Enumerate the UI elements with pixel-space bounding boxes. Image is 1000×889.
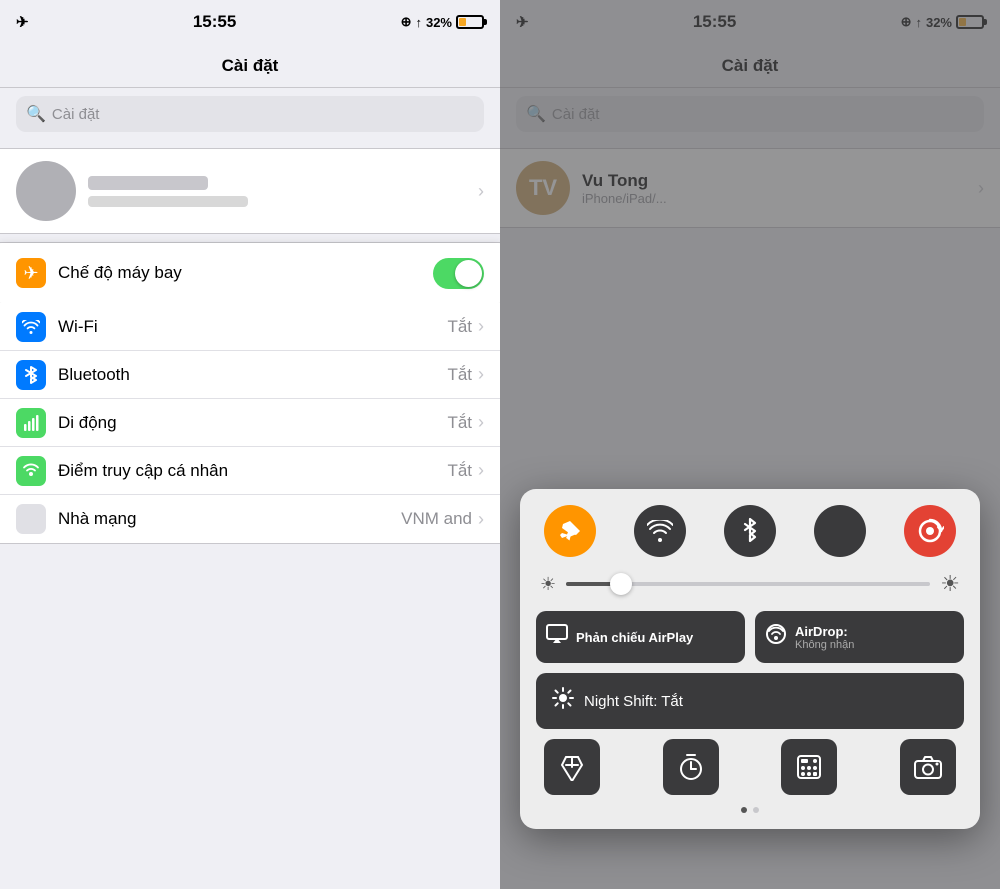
cc-airdrop-button[interactable]: AirDrop: Không nhận: [755, 611, 964, 663]
wifi-row-value: Tắt: [447, 317, 472, 337]
cc-brightness-high-icon: ☀: [940, 571, 960, 597]
left-status-right: ⊕ ↑ 32%: [401, 14, 484, 30]
profile-info-left: [88, 176, 466, 207]
cc-airdrop-icon: [765, 623, 787, 651]
carrier-row-label: Nhà mạng: [58, 509, 401, 529]
cc-night-shift-button[interactable]: Night Shift: Tắt: [536, 673, 964, 729]
cc-airplay-button[interactable]: Phản chiếu AirPlay: [536, 611, 745, 663]
left-nav-bar: Cài đặt: [0, 44, 500, 88]
bluetooth-row-chevron: ›: [478, 364, 484, 385]
carrier-row-chevron: ›: [478, 509, 484, 530]
cc-bluetooth-button[interactable]: [724, 505, 776, 557]
cellular-row-chevron: ›: [478, 412, 484, 433]
settings-list-left: ✈ Chế độ máy bay Wi-Fi: [0, 242, 500, 544]
cc-timer-button[interactable]: [663, 739, 719, 795]
cc-page-dots: [536, 807, 964, 813]
cc-camera-button[interactable]: [900, 739, 956, 795]
cc-airdrop-text: AirDrop: Không nhận: [795, 624, 854, 651]
battery-icon-left: [456, 15, 484, 29]
cc-mid-row: Phản chiếu AirPlay AirDrop: Không nhận: [536, 611, 964, 663]
cc-calculator-button[interactable]: [781, 739, 837, 795]
airplane-mode-row[interactable]: ✈ Chế độ máy bay: [0, 249, 500, 297]
bluetooth-row[interactable]: Bluetooth Tắt ›: [0, 351, 500, 399]
control-center-popup: ☀ ☀ Phản chiếu AirPlay: [520, 489, 980, 829]
hotspot-row[interactable]: Điểm truy cập cá nhân Tắt ›: [0, 447, 500, 495]
profile-chevron-left: ›: [478, 181, 484, 202]
cc-brightness-slider[interactable]: [566, 582, 930, 586]
cc-moon-button[interactable]: [814, 505, 866, 557]
profile-name-blur-left: [88, 176, 208, 190]
wifi-row-icon: [16, 312, 46, 342]
airplane-row-container: ✈ Chế độ máy bay: [0, 243, 500, 303]
cellular-row-icon: [16, 408, 46, 438]
carrier-row-value: VNM and: [401, 509, 472, 529]
cc-brightness-thumb[interactable]: [610, 573, 632, 595]
left-status-time: 15:55: [193, 12, 236, 32]
cc-flashlight-button[interactable]: [544, 739, 600, 795]
left-status-left: ✈: [16, 13, 29, 31]
cc-wifi-button[interactable]: [634, 505, 686, 557]
bluetooth-row-value: Tắt: [447, 365, 472, 385]
profile-sub-blur-left: [88, 196, 248, 207]
cellular-row-value: Tắt: [447, 413, 472, 433]
cc-dot-1: [741, 807, 747, 813]
cc-top-row: [536, 505, 964, 557]
left-panel: ✈ 15:55 ⊕ ↑ 32% Cài đặt 🔍 Cài đặt ›: [0, 0, 500, 889]
cc-airdrop-title: AirDrop:: [795, 624, 854, 639]
cc-night-shift-icon: [552, 687, 574, 715]
bluetooth-row-icon: [16, 360, 46, 390]
wifi-row-chevron: ›: [478, 316, 484, 337]
cc-airplane-button[interactable]: [544, 505, 596, 557]
profile-avatar-left: [16, 161, 76, 221]
battery-percent-left: 32%: [426, 15, 452, 30]
carrier-row-icon: [16, 504, 46, 534]
bluetooth-row-label: Bluetooth: [58, 365, 447, 385]
cc-brightness-low-icon: ☀: [540, 574, 556, 595]
airplane-row-icon: ✈: [16, 258, 46, 288]
wifi-row[interactable]: Wi-Fi Tắt ›: [0, 303, 500, 351]
settings-section-network: ✈ Chế độ máy bay Wi-Fi: [0, 242, 500, 544]
cc-brightness-row: ☀ ☀: [536, 571, 964, 597]
hotspot-row-label: Điểm truy cập cá nhân: [58, 461, 447, 481]
cellular-row-label: Di động: [58, 413, 447, 433]
cc-airdrop-sub: Không nhận: [795, 639, 854, 651]
cc-airplay-icon: [546, 623, 568, 651]
airplane-toggle[interactable]: [433, 258, 484, 289]
airplane-toggle-thumb: [455, 260, 482, 287]
airplane-row-label: Chế độ máy bay: [58, 263, 433, 283]
right-panel: ✈ 15:55 ⊕ ↑ 32% Cài đặt 🔍 Cài đặt: [500, 0, 1000, 889]
hotspot-row-icon: [16, 456, 46, 486]
left-nav-title: Cài đặt: [222, 56, 279, 76]
cc-night-shift-label: Night Shift: Tắt: [584, 693, 683, 710]
left-search-text: Cài đặt: [52, 106, 100, 123]
hotspot-row-chevron: ›: [478, 460, 484, 481]
cc-airplay-title: Phản chiếu AirPlay: [576, 630, 693, 645]
battery-fill-left: [459, 18, 466, 26]
location-icon: ⊕: [401, 14, 412, 30]
cc-bottom-row: [536, 739, 964, 795]
left-profile-section[interactable]: ›: [0, 148, 500, 234]
cc-lock-rotate-button[interactable]: [904, 505, 956, 557]
cc-dot-2: [753, 807, 759, 813]
left-search-container: 🔍 Cài đặt: [0, 88, 500, 140]
cc-airplay-text: Phản chiếu AirPlay: [576, 630, 693, 645]
carrier-row[interactable]: Nhà mạng VNM and ›: [0, 495, 500, 543]
airplane-mode-status-icon: ✈: [16, 13, 29, 31]
hotspot-row-value: Tắt: [447, 461, 472, 481]
search-icon-left: 🔍: [26, 104, 46, 124]
cellular-row[interactable]: Di động Tắt ›: [0, 399, 500, 447]
wifi-row-label: Wi-Fi: [58, 317, 447, 337]
left-status-bar: ✈ 15:55 ⊕ ↑ 32%: [0, 0, 500, 44]
left-search-bar[interactable]: 🔍 Cài đặt: [16, 96, 484, 132]
upload-icon: ↑: [415, 15, 422, 30]
